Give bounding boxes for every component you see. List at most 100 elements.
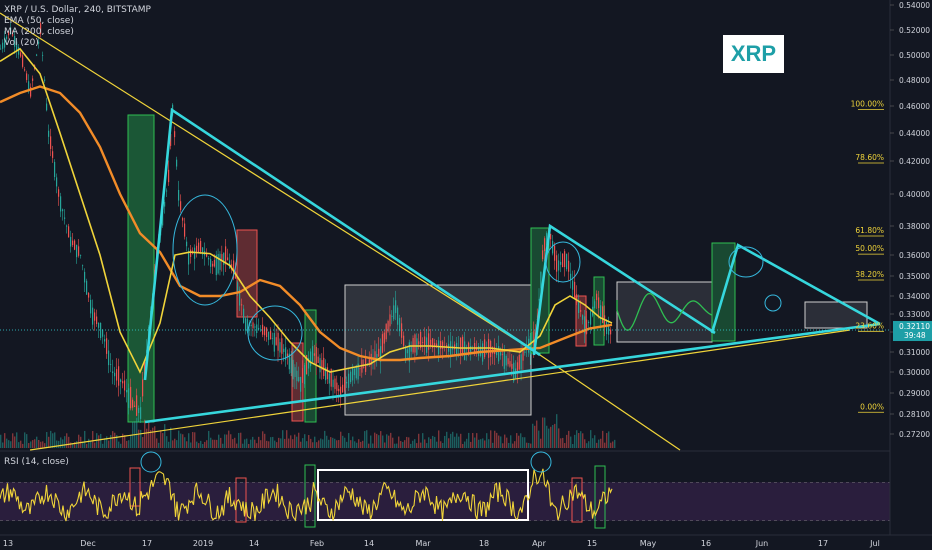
volume-bar [196, 441, 198, 448]
volume-bar [312, 442, 314, 448]
volume-bar [8, 440, 10, 448]
volume-bar [170, 427, 172, 448]
volume-bar [188, 433, 190, 448]
volume-bar [562, 437, 564, 448]
price-tick-label: 0.34000 [899, 292, 930, 301]
volume-bar [498, 435, 500, 448]
volume-bar [596, 442, 598, 448]
price-axis[interactable]: 0.54000 0.52000 0.50000 0.48000 0.46000 0.440… [889, 0, 932, 550]
volume-bar [484, 440, 486, 448]
candle-body [196, 245, 198, 253]
volume-bar [10, 441, 12, 448]
volume-bar [66, 433, 68, 448]
candle-body [122, 381, 124, 384]
candle-body [275, 337, 277, 345]
volume-bar [438, 430, 440, 448]
volume-bar [100, 433, 102, 448]
candle-body [142, 379, 144, 397]
candle-body [100, 322, 102, 339]
volume-bar [92, 431, 94, 448]
volume-bar [540, 438, 542, 448]
candle-body [598, 297, 600, 309]
candle-body [74, 240, 76, 250]
candle-body [352, 367, 354, 381]
time-tick-label: 17 [142, 539, 152, 548]
chart-svg[interactable]: 100.00% 78.60% 61.80% 50.00% 38.20% 23.60% 0.0… [0, 0, 932, 550]
candle-body [90, 299, 92, 314]
volume-bar [566, 434, 568, 448]
price-tick-label: 0.28100 [899, 410, 930, 419]
price-tick-label: 0.27200 [899, 430, 930, 439]
candle-body [554, 245, 556, 261]
candle-body [410, 346, 412, 352]
volume-bar [354, 441, 356, 448]
time-tick-label: Jul [869, 539, 880, 548]
candle-body [227, 257, 229, 261]
candle-body [112, 371, 114, 374]
volume-bar [234, 437, 236, 448]
volume-bar [222, 443, 224, 448]
time-tick-label: 16 [701, 539, 711, 548]
candle-body [241, 304, 243, 306]
volume-bar [424, 439, 426, 448]
volume-bar [492, 442, 494, 448]
volume-bar [528, 442, 530, 448]
candle-body [223, 252, 225, 265]
volume-bar [164, 424, 166, 448]
candle-body [558, 260, 560, 271]
volume-bar [220, 437, 222, 448]
price-tick-label: 0.54000 [899, 1, 930, 10]
volume-bar [414, 439, 416, 448]
volume-bar [544, 417, 546, 448]
candle-body [426, 337, 428, 353]
candle-body [66, 225, 68, 227]
candle-body [363, 366, 365, 368]
volume-bar [348, 433, 350, 448]
volume-bar [452, 431, 454, 448]
candle-body [334, 378, 336, 390]
volume-bar [210, 437, 212, 448]
volume-bar [440, 441, 442, 448]
volume-bar [324, 430, 326, 448]
candle-body [346, 382, 348, 384]
rsi-legend[interactable]: RSI (14, close) [4, 457, 69, 468]
candle-body [440, 340, 442, 350]
candle-body [518, 354, 520, 370]
price-tick-label: 0.40000 [899, 190, 930, 199]
candle-body [86, 280, 88, 295]
time-tick-label: May [640, 539, 657, 548]
candle-body [277, 332, 279, 351]
volume-bar [574, 434, 576, 448]
volume-bar [30, 441, 32, 448]
volume-bar [236, 443, 238, 448]
volume-bar [226, 434, 228, 448]
candle-body [72, 240, 74, 246]
fib-label: 61.80% [855, 226, 884, 235]
volume-bar [102, 443, 104, 448]
volume-bar [202, 443, 204, 448]
ma-legend[interactable]: MA (200, close) [4, 27, 74, 38]
volume-bar [318, 440, 320, 448]
volume-bar [320, 438, 322, 448]
candle-body [114, 372, 116, 377]
price-tick-label: 0.30000 [899, 368, 930, 377]
volume-bar [534, 425, 536, 448]
volume-bar [78, 434, 80, 448]
candle-body [582, 315, 584, 320]
candle-body [245, 318, 247, 331]
ema-legend[interactable]: EMA (50, close) [4, 16, 74, 27]
volume-bar [406, 436, 408, 448]
volume-bar [396, 443, 398, 448]
volume-bar [538, 430, 540, 448]
candle-body [397, 307, 399, 325]
volume-bar [114, 432, 116, 448]
candle-body [102, 329, 104, 337]
time-tick-label: 2019 [193, 539, 213, 548]
volume-bar [444, 435, 446, 448]
volume-bar [360, 441, 362, 448]
volume-bar [486, 433, 488, 448]
vol-legend[interactable]: Vol (20) [4, 38, 39, 49]
volume-bar [290, 435, 292, 448]
candle-body [501, 354, 504, 355]
candle-body [56, 177, 58, 187]
